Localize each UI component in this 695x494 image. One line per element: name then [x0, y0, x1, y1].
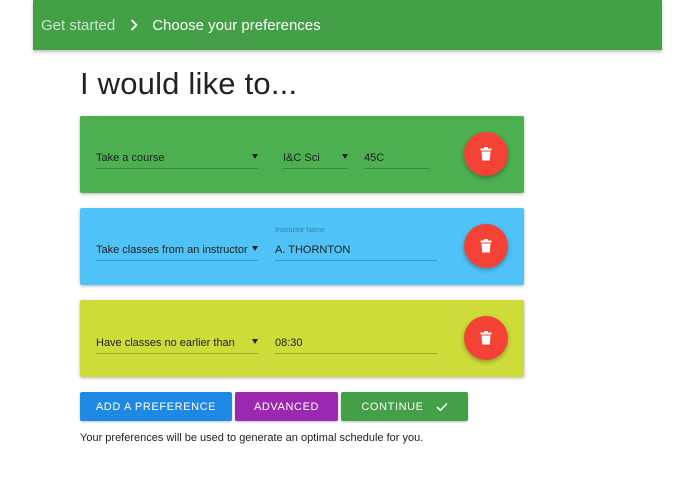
- preference-type-select[interactable]: Have classes no earlier than: [96, 332, 258, 354]
- page-title: I would like to...: [80, 66, 298, 101]
- preference-type-value: Take classes from an instructor: [96, 243, 248, 256]
- time-input[interactable]: 08:30: [275, 332, 437, 354]
- preference-card-instructor: Take classes from an instructor Instruct…: [80, 208, 524, 285]
- continue-label: CONTINUE: [361, 400, 424, 413]
- footer-note: Your preferences will be used to generat…: [80, 432, 424, 444]
- department-value: I&C Sci: [283, 151, 320, 164]
- preference-type-select[interactable]: Take a course: [96, 147, 258, 169]
- instructor-field-label: Instructor Name: [275, 227, 325, 234]
- caret-down-icon: [252, 339, 258, 344]
- delete-preference-button[interactable]: [464, 316, 508, 360]
- check-icon: [436, 402, 448, 411]
- preference-type-value: Have classes no earlier than: [96, 336, 235, 349]
- preference-type-value: Take a course: [96, 151, 165, 164]
- preference-card-course: Take a course I&C Sci 45C: [80, 116, 524, 193]
- caret-down-icon: [252, 154, 258, 159]
- delete-preference-button[interactable]: [464, 132, 508, 176]
- app-bar: Get started Choose your preferences: [33, 0, 662, 50]
- add-preference-button[interactable]: ADD A PREFERENCE: [80, 392, 232, 421]
- preference-type-select[interactable]: Take classes from an instructor: [96, 239, 258, 261]
- department-select[interactable]: I&C Sci: [283, 147, 348, 169]
- breadcrumb-current: Choose your preferences: [152, 16, 321, 34]
- advanced-button[interactable]: ADVANCED: [235, 392, 338, 421]
- caret-down-icon: [252, 246, 258, 251]
- continue-button[interactable]: CONTINUE: [341, 392, 468, 421]
- trash-icon: [480, 331, 492, 345]
- chevron-right-icon: [130, 19, 138, 31]
- trash-icon: [480, 147, 492, 161]
- time-value: 08:30: [275, 336, 303, 349]
- course-number-input[interactable]: 45C: [364, 147, 429, 169]
- course-number-value: 45C: [364, 151, 385, 164]
- breadcrumb-get-started[interactable]: Get started: [41, 17, 115, 34]
- add-preference-label: ADD A PREFERENCE: [95, 400, 217, 413]
- advanced-label: ADVANCED: [253, 400, 320, 413]
- trash-icon: [480, 239, 492, 253]
- preference-card-time: Have classes no earlier than 08:30: [80, 300, 524, 377]
- instructor-value: A. THORNTON: [275, 243, 351, 256]
- caret-down-icon: [342, 154, 348, 159]
- instructor-input[interactable]: A. THORNTON: [275, 239, 437, 261]
- delete-preference-button[interactable]: [464, 224, 508, 268]
